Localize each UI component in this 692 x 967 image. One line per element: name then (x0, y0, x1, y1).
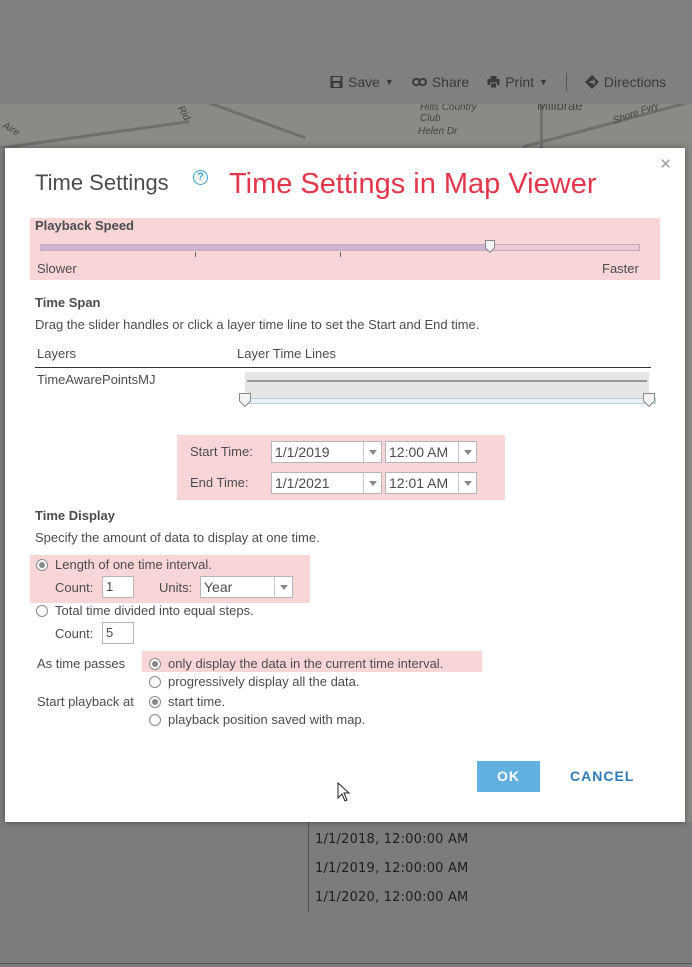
header-divider (35, 367, 651, 368)
interval-option-label: Length of one time interval. (55, 557, 212, 572)
chevron-down-icon: ▼ (539, 77, 548, 87)
interval-radio[interactable] (36, 559, 48, 571)
slower-label: Slower (37, 261, 77, 276)
progressive-radio[interactable] (149, 676, 161, 688)
playback-speed-label: Playback Speed (35, 218, 134, 233)
save-icon (330, 76, 343, 88)
map-label: Aire (0, 120, 22, 139)
start-time-value: 12:00 AM (389, 444, 449, 460)
share-button[interactable]: Share (411, 74, 470, 90)
time-lines-column-header: Layer Time Lines (237, 346, 336, 361)
mouse-cursor-icon (337, 782, 351, 802)
end-date-select[interactable]: 1/1/2021 (271, 472, 382, 494)
time-span-label: Time Span (35, 295, 101, 310)
map-label: Millbrae (537, 104, 583, 113)
units-select[interactable]: Year (200, 576, 293, 598)
time-settings-dialog: × Time Settings ? Time Settings in Map V… (5, 148, 685, 822)
current-interval-label: only display the data in the current tim… (168, 656, 444, 671)
start-time-select[interactable]: 12:00 AM (385, 441, 477, 463)
current-interval-radio[interactable] (149, 658, 161, 670)
layer-time-line[interactable] (245, 372, 649, 398)
chevron-down-icon[interactable] (363, 442, 381, 462)
end-handle[interactable] (643, 393, 655, 407)
time-span-instructions: Drag the slider handles or click a layer… (35, 317, 480, 332)
print-icon (487, 76, 500, 88)
toolbar-divider (565, 73, 567, 91)
time-span-slider[interactable] (242, 398, 656, 404)
cancel-button[interactable]: CANCEL (570, 761, 634, 792)
start-time-radio[interactable] (149, 696, 161, 708)
map-toolbar: Save ▼ Share Print ▼ Directions (330, 70, 666, 94)
layer-time-line-extent (247, 380, 647, 382)
attribute-table: 1/1/2018, 12:00:00 AM 1/1/2019, 12:00:00… (308, 822, 692, 912)
table-row: 1/1/2019, 12:00:00 AM (315, 861, 469, 876)
chevron-down-icon[interactable] (274, 577, 292, 597)
start-handle[interactable] (239, 393, 251, 407)
chevron-down-icon[interactable] (458, 473, 476, 493)
units-label: Units: (159, 580, 193, 595)
start-time-label: Start Time: (190, 444, 253, 459)
end-date-value: 1/1/2021 (275, 475, 330, 491)
end-time-value: 12:01 AM (389, 475, 449, 491)
steps-count-label: Count: (55, 626, 94, 641)
directions-icon (584, 75, 599, 89)
table-row: 1/1/2020, 12:00:00 AM (315, 890, 469, 905)
dialog-title: Time Settings (35, 170, 169, 195)
layers-column-header: Layers (37, 346, 77, 361)
map-view[interactable]: Hills Country Club Helen Dr Millbrae Sho… (0, 104, 692, 148)
table-row: 1/1/2018, 12:00:00 AM (315, 832, 469, 847)
steps-radio[interactable] (36, 605, 48, 617)
chevron-down-icon[interactable] (458, 442, 476, 462)
end-time-label: End Time: (190, 475, 249, 490)
steps-option-label: Total time divided into equal steps. (55, 603, 254, 618)
slider-tick (340, 252, 341, 257)
start-date-select[interactable]: 1/1/2019 (271, 441, 382, 463)
progressive-label: progressively display all the data. (168, 674, 360, 689)
chevron-down-icon: ▼ (384, 77, 394, 87)
interval-count-input[interactable]: 1 (102, 576, 134, 598)
save-label: Save (348, 74, 380, 90)
end-time-select[interactable]: 12:01 AM (385, 472, 477, 494)
interval-count-label: Count: (55, 580, 94, 595)
playback-speed-handle[interactable] (485, 240, 495, 253)
map-view-edge (685, 148, 692, 823)
slider-tick (195, 252, 196, 257)
map-label: Helen Dr (418, 126, 458, 137)
start-time-option-label: start time. (168, 694, 226, 709)
saved-position-label: playback position saved with map. (168, 712, 366, 727)
time-display-label: Time Display (35, 508, 115, 523)
map-label: Hills Country Club (420, 104, 477, 124)
link-icon (411, 77, 427, 87)
share-label: Share (431, 74, 470, 90)
print-label: Print (505, 74, 534, 90)
divider (0, 963, 692, 964)
start-date-value: 1/1/2019 (275, 444, 330, 460)
help-icon[interactable]: ? (193, 170, 208, 185)
layer-name: TimeAwarePointsMJ (37, 372, 156, 387)
close-icon[interactable]: × (660, 155, 671, 175)
chevron-down-icon[interactable] (363, 473, 381, 493)
saved-position-radio[interactable] (149, 714, 161, 726)
directions-button[interactable]: Directions (584, 74, 667, 90)
ok-button[interactable]: OK (477, 761, 540, 792)
faster-label: Faster (602, 261, 639, 276)
units-value: Year (204, 579, 233, 595)
time-display-description: Specify the amount of data to display at… (35, 530, 320, 545)
map-label: Rid (174, 104, 193, 123)
save-button[interactable]: Save ▼ (330, 74, 394, 90)
attribute-table-area: 1/1/2018, 12:00:00 AM 1/1/2019, 12:00:00… (0, 822, 692, 967)
directions-label: Directions (603, 74, 667, 90)
playback-speed-fill (41, 245, 490, 250)
start-playback-label: Start playback at (37, 694, 134, 709)
map-label: Shore Fwy (611, 104, 661, 127)
as-time-passes-label: As time passes (37, 656, 126, 671)
annotation-text: Time Settings in Map Viewer (229, 168, 597, 200)
steps-count-input[interactable]: 5 (102, 622, 134, 644)
playback-speed-slider[interactable] (40, 244, 640, 251)
print-button[interactable]: Print ▼ (487, 74, 548, 90)
